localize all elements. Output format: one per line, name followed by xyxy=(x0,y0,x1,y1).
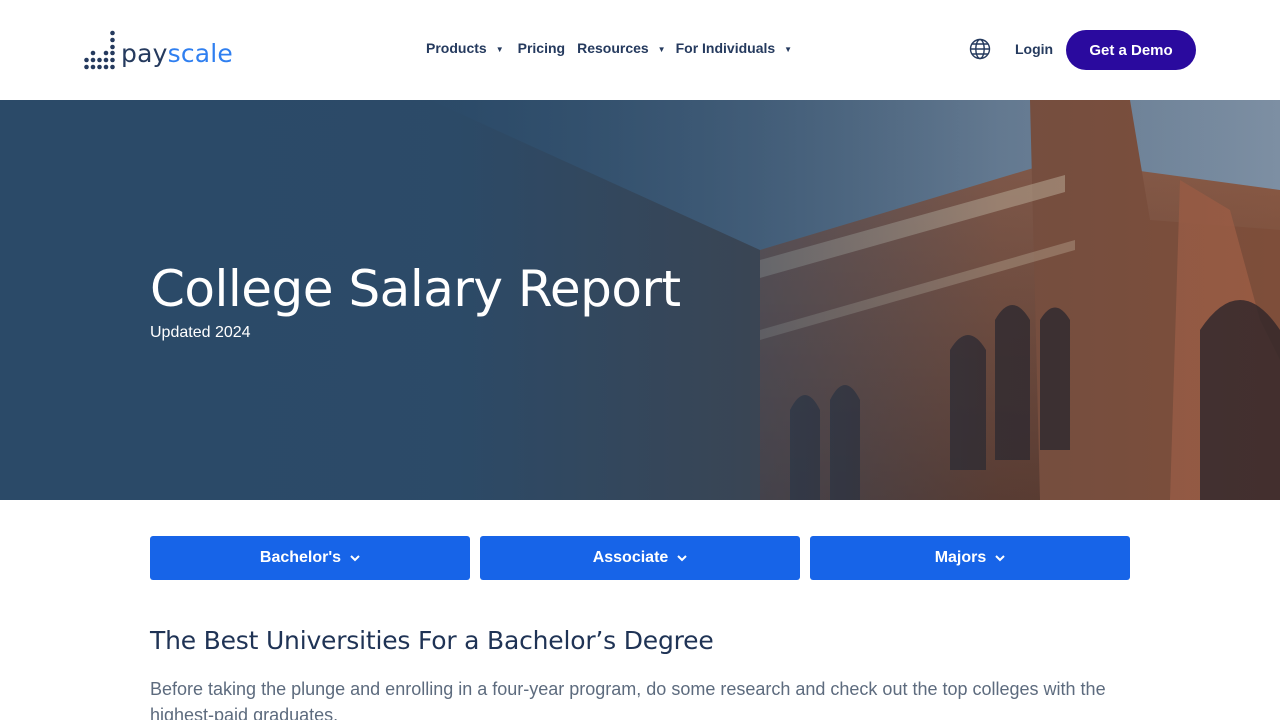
main-nav: Products ▼ Pricing Resources ▼ For Indiv… xyxy=(426,40,792,56)
nav-pricing-label: Pricing xyxy=(517,40,566,56)
caret-down-icon: ▼ xyxy=(495,44,504,54)
page-title: College Salary Report xyxy=(150,260,681,318)
chevron-down-icon xyxy=(677,549,688,567)
globe-icon[interactable] xyxy=(969,38,991,60)
hero-banner: College Salary Report Updated 2024 xyxy=(0,100,1280,500)
majors-label: Majors xyxy=(934,549,987,566)
logo-dots-icon xyxy=(84,30,115,70)
site-header: payscale Products ▼ Pricing Resources ▼ … xyxy=(0,0,1280,100)
section-intro-text: Before taking the plunge and enrolling i… xyxy=(150,679,1106,720)
logo-scale: scale xyxy=(167,39,234,68)
get-a-demo-button[interactable]: Get a Demo xyxy=(1066,30,1196,70)
associate-dropdown-button[interactable]: Associate xyxy=(480,536,800,580)
section-heading: The Best Universities For a Bachelor’s D… xyxy=(150,626,714,655)
updated-label: Updated 2024 xyxy=(150,324,251,341)
nav-resources[interactable]: Resources ▼ xyxy=(577,40,666,56)
bachelors-dropdown-button[interactable]: Bachelor's xyxy=(150,536,470,580)
nav-products-label: Products xyxy=(426,40,487,56)
nav-for-individuals[interactable]: For Individuals ▼ xyxy=(676,40,793,56)
payscale-logo[interactable]: payscale xyxy=(84,26,233,70)
nav-pricing[interactable]: Pricing xyxy=(518,40,565,56)
majors-dropdown-button[interactable]: Majors xyxy=(810,536,1130,580)
logo-wordmark: payscale xyxy=(121,41,233,66)
caret-down-icon: ▼ xyxy=(784,44,793,54)
login-link[interactable]: Login xyxy=(1015,41,1053,57)
associate-label: Associate xyxy=(592,549,669,566)
nav-for-individuals-label: For Individuals xyxy=(675,40,776,56)
nav-resources-label: Resources xyxy=(577,40,649,56)
chevron-down-icon xyxy=(995,549,1005,567)
caret-down-icon: ▼ xyxy=(657,44,666,54)
logo-pay: pay xyxy=(121,39,168,68)
chevron-down-icon xyxy=(350,549,360,567)
nav-products[interactable]: Products ▼ xyxy=(426,40,504,56)
bachelors-label: Bachelor's xyxy=(259,549,342,566)
